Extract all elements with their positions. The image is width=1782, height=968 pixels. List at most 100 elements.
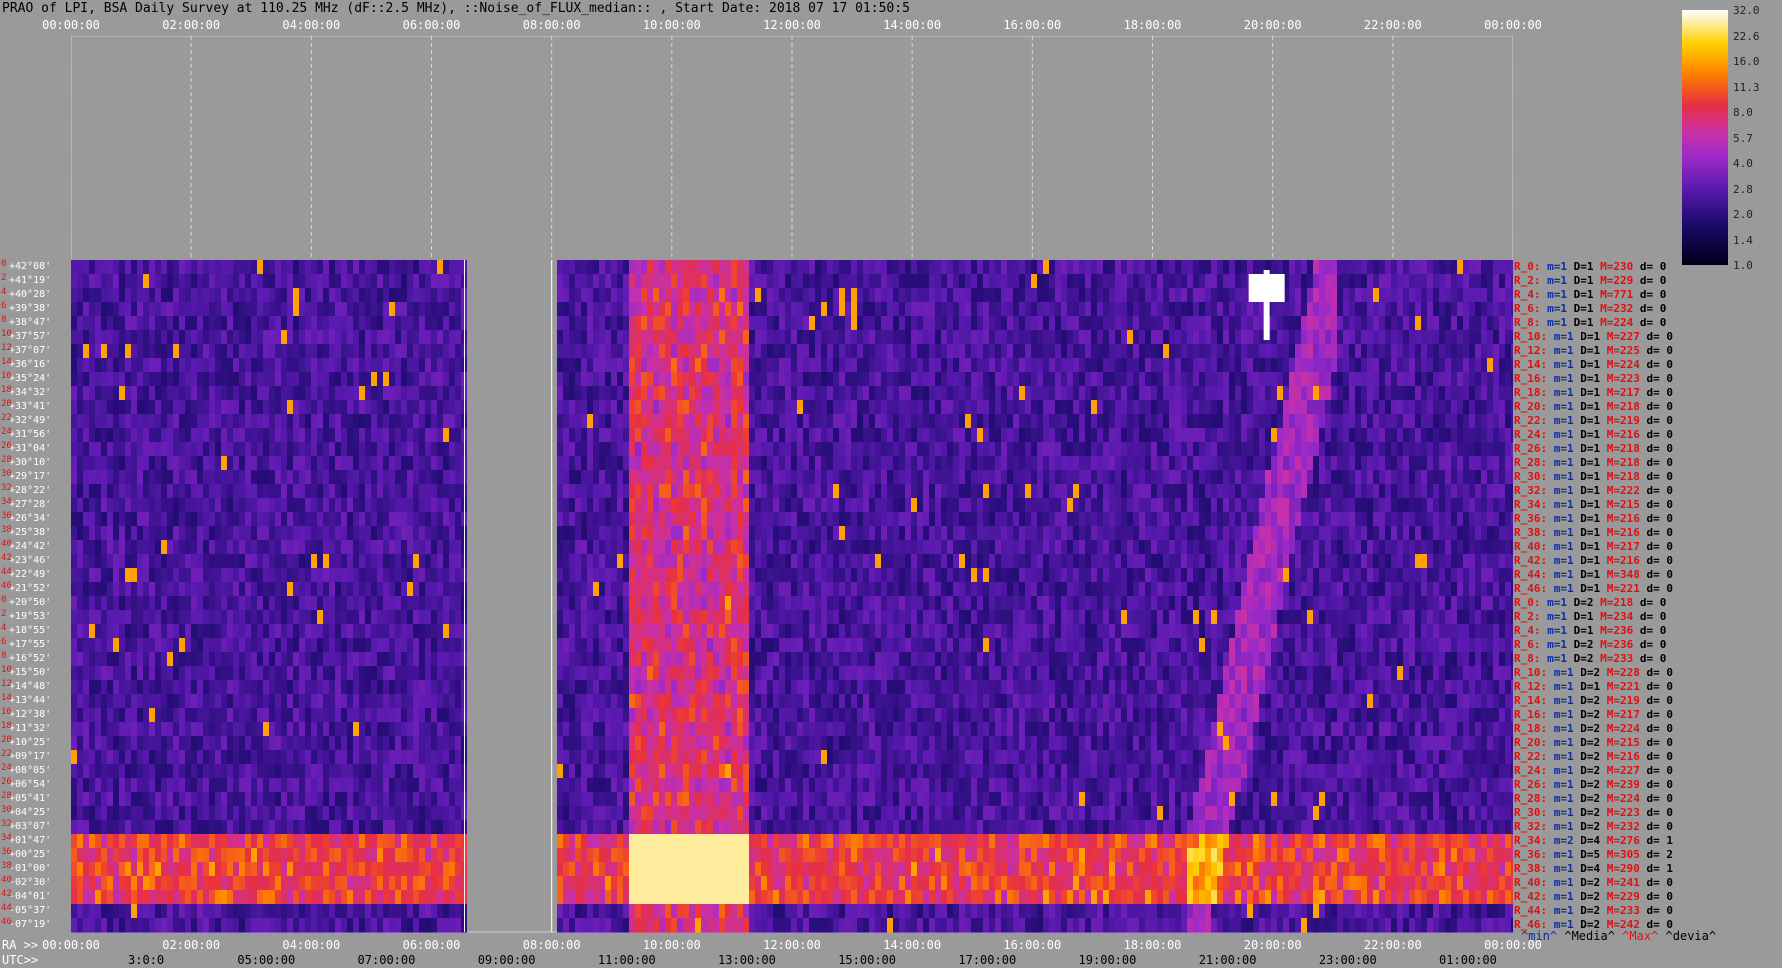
heatmap-cell	[251, 484, 257, 499]
heatmap-cell	[1235, 512, 1241, 527]
heatmap-cell	[257, 512, 263, 527]
heatmap-cell	[221, 316, 227, 331]
heatmap-cell	[233, 526, 239, 541]
heatmap-cell	[1451, 512, 1457, 527]
heatmap-cell	[1217, 274, 1223, 289]
heatmap-cell	[899, 372, 905, 387]
heatmap-cell	[623, 554, 629, 569]
heatmap-cell	[1349, 484, 1355, 499]
heatmap-cell	[1451, 526, 1457, 541]
heatmap-cell	[605, 484, 611, 499]
heatmap-cell	[623, 428, 629, 443]
heatmap-cell	[629, 540, 635, 555]
heatmap-cell	[605, 540, 611, 555]
heatmap-cell	[557, 400, 563, 415]
heatmap-cell	[335, 316, 341, 331]
heatmap-cell	[455, 260, 461, 275]
heatmap-cell	[1505, 330, 1511, 345]
heatmap-cell	[953, 442, 959, 457]
heatmap-cell	[191, 344, 197, 359]
heatmap-cell	[1343, 442, 1349, 457]
heatmap-cell	[947, 344, 953, 359]
heatmap-cell	[101, 260, 107, 275]
heatmap-cell	[341, 442, 347, 457]
heatmap-cell	[1385, 512, 1391, 527]
heatmap-cell	[1355, 470, 1361, 485]
heatmap-cell	[569, 428, 575, 443]
heatmap-cell	[371, 260, 377, 275]
heatmap-cell	[1199, 442, 1205, 457]
heatmap-cell	[323, 302, 329, 317]
heatmap-cell	[803, 386, 809, 401]
heatmap-cell	[137, 484, 143, 499]
heatmap-cell	[929, 386, 935, 401]
heatmap-cell	[821, 498, 827, 513]
heatmap-cell	[725, 386, 731, 401]
heatmap-cell	[449, 442, 455, 457]
heatmap-cell	[605, 386, 611, 401]
heatmap-cell	[821, 358, 827, 373]
heatmap-cell	[1457, 428, 1463, 443]
heatmap-cell	[557, 484, 563, 499]
heatmap-cell	[995, 442, 1001, 457]
heatmap-cell	[809, 260, 815, 275]
heatmap-cell	[95, 400, 101, 415]
heatmap-cell	[671, 288, 677, 303]
heatmap-cell	[707, 344, 713, 359]
heatmap-cell	[455, 302, 461, 317]
heatmap-cell	[875, 344, 881, 359]
heatmap-cell	[179, 484, 185, 499]
heatmap-cell	[1487, 428, 1493, 443]
heatmap-cell	[971, 260, 977, 275]
heatmap-cell	[83, 386, 89, 401]
heatmap-cell	[611, 260, 617, 275]
heatmap-cell	[935, 442, 941, 457]
heatmap-cell	[1397, 428, 1403, 443]
heatmap-cell	[827, 316, 833, 331]
heatmap-cell	[215, 414, 221, 429]
heatmap-cell	[353, 400, 359, 415]
heatmap-cell	[1403, 554, 1409, 569]
heatmap-cell	[767, 456, 773, 471]
heatmap-cell	[1091, 316, 1097, 331]
heatmap-cell	[641, 540, 647, 555]
heatmap-cell	[1145, 414, 1151, 429]
heatmap-cell	[647, 358, 653, 373]
heatmap-cell	[1367, 498, 1373, 513]
heatmap-cell	[413, 442, 419, 457]
heatmap-cell	[425, 316, 431, 331]
heatmap-cell	[875, 484, 881, 499]
heatmap-cell	[287, 288, 293, 303]
heatmap-cell	[1079, 344, 1085, 359]
heatmap-cell	[1403, 274, 1409, 289]
heatmap-cell	[893, 386, 899, 401]
heatmap-cell	[293, 414, 299, 429]
heatmap-cell	[989, 526, 995, 541]
heatmap-cell	[1181, 330, 1187, 345]
heatmap-cell	[671, 414, 677, 429]
heatmap-cell	[1427, 358, 1433, 373]
heatmap-cell	[1331, 526, 1337, 541]
heatmap-cell	[77, 288, 83, 303]
heatmap-cell	[197, 274, 203, 289]
heatmap-cell	[803, 526, 809, 541]
heatmap-cell	[185, 554, 191, 569]
heatmap-cell	[389, 274, 395, 289]
heatmap-cell	[383, 386, 389, 401]
heatmap-cell	[1055, 288, 1061, 303]
heatmap-cell	[689, 498, 695, 513]
heatmap-cell	[947, 428, 953, 443]
heatmap-cell	[269, 554, 275, 569]
heatmap-cell	[695, 540, 701, 555]
heatmap-cell	[1205, 470, 1211, 485]
heatmap-cell	[641, 456, 647, 471]
heatmap-cell	[1079, 442, 1085, 457]
heatmap-cell	[959, 260, 965, 275]
heatmap-cell	[1019, 554, 1025, 569]
heatmap-cell	[149, 540, 155, 555]
heatmap-cell	[1061, 456, 1067, 471]
heatmap-cell	[341, 316, 347, 331]
heatmap-cell	[581, 526, 587, 541]
heatmap-cell	[1259, 386, 1265, 401]
heatmap-cell	[875, 288, 881, 303]
